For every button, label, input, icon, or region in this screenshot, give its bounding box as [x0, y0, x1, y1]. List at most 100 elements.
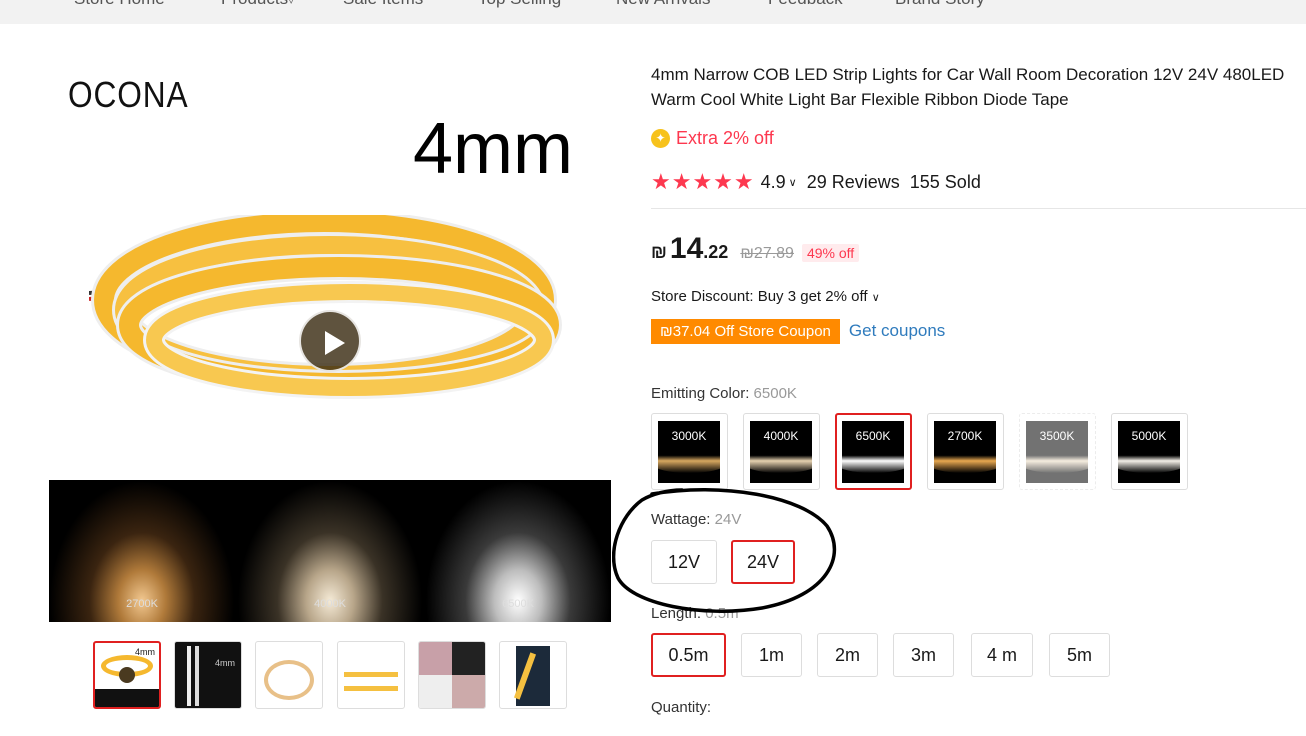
- product-title: 4mm Narrow COB LED Strip Lights for Car …: [651, 62, 1306, 112]
- thumbnail-6[interactable]: [499, 641, 567, 709]
- thumb-size-label: 4mm: [135, 647, 155, 657]
- thumbnail-3[interactable]: [255, 641, 323, 709]
- length-option-0-5m[interactable]: 0.5m: [651, 633, 726, 677]
- swatch-image: 6500K: [842, 421, 904, 483]
- thumb-dark-band: [95, 689, 159, 707]
- color-option-3000k[interactable]: 3000K: [651, 413, 728, 490]
- brand-logo: OCONA: [68, 74, 189, 115]
- strip-coil-shape: [264, 660, 314, 700]
- extra-off-text: Extra 2% off: [676, 128, 774, 148]
- length-option-1m[interactable]: 1m: [741, 633, 802, 677]
- color-option-6500k[interactable]: 6500K: [835, 413, 912, 490]
- main-product-image[interactable]: OCONA 4mm: [49, 40, 611, 476]
- extra-off-tag: ✦ Extra 2% off: [651, 128, 774, 149]
- swatch-label: 6500K: [855, 429, 891, 443]
- photo-quadrant: [419, 675, 452, 708]
- nav-sale-items[interactable]: Sale Items: [343, 0, 423, 9]
- photo-quadrant: [452, 642, 485, 675]
- strip-line: [195, 646, 199, 706]
- color-option-2700k[interactable]: 2700K: [927, 413, 1004, 490]
- thumbnail-4[interactable]: [337, 641, 405, 709]
- sample-label: 2700K: [126, 598, 158, 610]
- thumb-size-label: 4mm: [215, 658, 235, 668]
- sample-2700k: 2700K: [49, 480, 235, 622]
- emitting-color-title: Emitting Color:: [651, 385, 750, 402]
- emitting-color-label: Emitting Color: 6500K: [651, 385, 797, 402]
- length-option-4m[interactable]: 4 m: [971, 633, 1033, 677]
- reviews-count[interactable]: 29 Reviews: [807, 172, 900, 193]
- quantity-label: Quantity:: [651, 699, 712, 716]
- nav-new-arrivals[interactable]: New Arrivals: [616, 0, 710, 9]
- chevron-down-icon[interactable]: ∨: [789, 176, 797, 189]
- strip-line: [344, 672, 398, 677]
- coupon-row: ₪37.04 Off Store Coupon Get coupons: [651, 318, 945, 344]
- rating-row: ★★★★★ 4.9 ∨ 29 Reviews 155 Sold: [651, 169, 981, 194]
- price-decimal: .22: [703, 242, 729, 262]
- length-option-2m[interactable]: 2m: [817, 633, 878, 677]
- price-integer: 14: [669, 232, 704, 265]
- star-rating-icon: ★★★★★: [651, 169, 755, 194]
- sold-count: 155 Sold: [909, 171, 981, 192]
- swatch-label: 2700K: [947, 429, 983, 443]
- strip-line: [344, 686, 398, 691]
- length-option-3m[interactable]: 3m: [893, 633, 954, 677]
- swatch-label: 4000K: [763, 429, 799, 443]
- get-coupons-link[interactable]: Get coupons: [849, 321, 945, 341]
- thumbnail-5[interactable]: [418, 641, 486, 709]
- rating-value[interactable]: 4.9: [761, 172, 786, 193]
- sample-6500k: 6500K: [425, 480, 611, 622]
- nav-top-selling[interactable]: Top Selling: [478, 0, 561, 9]
- coin-icon: ✦: [651, 129, 670, 148]
- store-discount[interactable]: Store Discount: Buy 3 get 2% off ∨: [651, 288, 880, 305]
- swatch-image: 2700K: [934, 421, 996, 483]
- color-option-5000k[interactable]: 5000K: [1111, 413, 1188, 490]
- emitting-color-selected: 6500K: [753, 385, 797, 402]
- swatch-image: 4000K: [750, 421, 812, 483]
- play-video-icon[interactable]: [299, 310, 361, 372]
- color-option-3500k[interactable]: 3500K: [1019, 413, 1096, 490]
- store-coupon-tag[interactable]: ₪37.04 Off Store Coupon: [651, 318, 840, 344]
- nav-products-label: Products: [221, 0, 288, 8]
- currency-symbol: ₪: [651, 242, 667, 262]
- price-row: ₪ 14 .22 ₪27.89 49% off: [651, 232, 860, 268]
- swatch-image: 3000K: [658, 421, 720, 483]
- divider: [651, 208, 1306, 209]
- swatch-glow: [1118, 451, 1180, 473]
- color-samples-banner: 2700K 4000K 6500K: [49, 480, 611, 622]
- chevron-down-icon: ∨: [871, 292, 880, 304]
- color-option-4000k[interactable]: 4000K: [743, 413, 820, 490]
- swatch-image: 5000K: [1118, 421, 1180, 483]
- swatch-glow: [750, 451, 812, 473]
- sample-label: 6500K: [502, 598, 534, 610]
- chevron-down-icon: ▿: [288, 0, 295, 7]
- original-price: ₪27.89: [740, 245, 794, 262]
- nav-products[interactable]: Products▿: [221, 0, 294, 9]
- sample-4000k: 4000K: [237, 480, 423, 622]
- swatch-label: 3500K: [1039, 429, 1075, 443]
- play-icon: [119, 667, 135, 683]
- strip-line: [187, 646, 191, 706]
- discount-badge: 49% off: [801, 244, 860, 262]
- hand-drawn-circle-annotation: [612, 488, 837, 613]
- store-nav: Store Home Products▿ Sale Items Top Sell…: [0, 0, 1306, 24]
- sample-label: 4000K: [314, 598, 346, 610]
- store-discount-text: Store Discount: Buy 3 get 2% off: [651, 288, 868, 305]
- thumbnail-1[interactable]: 4mm: [93, 641, 161, 709]
- nav-brand-story[interactable]: Brand Story: [895, 0, 985, 9]
- length-option-5m[interactable]: 5m: [1049, 633, 1110, 677]
- swatch-label: 5000K: [1131, 429, 1167, 443]
- swatch-glow: [658, 451, 720, 473]
- swatch-label: 3000K: [671, 429, 707, 443]
- photo-quadrant: [419, 642, 452, 675]
- swatch-glow: [842, 451, 904, 473]
- product-title-line-1: 4mm Narrow COB LED Strip Lights for Car …: [651, 65, 1285, 84]
- swatch-glow: [934, 451, 996, 473]
- photo-quadrant: [452, 675, 485, 708]
- size-label: 4mm: [413, 109, 573, 189]
- swatch-image: 3500K: [1026, 421, 1088, 483]
- product-title-line-2: Warm Cool White Light Bar Flexible Ribbo…: [651, 90, 1069, 109]
- nav-store-home[interactable]: Store Home: [74, 0, 165, 9]
- swatch-glow: [1026, 451, 1088, 473]
- nav-feedback[interactable]: Feedback: [768, 0, 843, 9]
- thumbnail-2[interactable]: 4mm: [174, 641, 242, 709]
